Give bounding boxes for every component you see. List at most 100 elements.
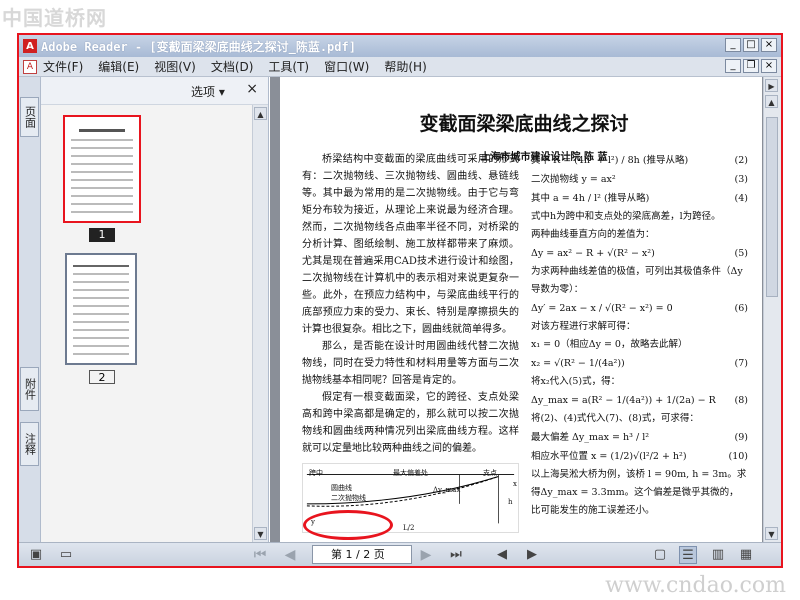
page-thumbnail-1[interactable]: [63, 115, 141, 223]
equation: 其中 R = (4h² + l²) / 8h (推导从略): [531, 155, 689, 166]
paragraph: x₁ = 0（相应Δy = 0，故略去此解）: [531, 339, 688, 350]
equation: 其中 a = 4h / l² (推导从略): [531, 193, 650, 204]
panel-close-icon[interactable]: ×: [246, 81, 258, 97]
equation: 二次抛物线 y = ax²: [531, 174, 616, 185]
paragraph: 那么，是否能在设计时用圆曲线代替二次抛物线，同时在受力特性和材料用量等方面与二次…: [302, 341, 519, 386]
tab-pages[interactable]: 页面: [20, 97, 39, 137]
figure-label-half-span: L/2: [403, 524, 415, 532]
figure-label-delta: Δy_max: [433, 486, 461, 494]
scroll-up-icon[interactable]: ▲: [254, 107, 267, 120]
figure-label-h: h: [508, 498, 513, 506]
menu-document[interactable]: 文档(D): [211, 58, 254, 75]
figure-label-mid: 跨中: [309, 469, 323, 477]
equation-number: (4): [734, 193, 748, 204]
last-page-icon[interactable]: ⏭: [447, 546, 465, 564]
equation-number: (6): [734, 303, 748, 314]
forward-icon[interactable]: ▶: [523, 546, 541, 564]
equation: 相应水平位置 x = (1/2)√(l²/2 + h²): [531, 451, 687, 462]
tab-attachments[interactable]: 附件: [20, 367, 39, 411]
panel-header: 选项 ▾ ×: [41, 77, 268, 105]
pdf-page: 变截面梁梁底曲线之探讨 上海市城市建设设计院 陈 蓝 桥梁结构中变截面的梁底曲线…: [280, 77, 762, 542]
prev-page-icon[interactable]: ◀: [281, 546, 299, 564]
equation: Δy = ax² − R + √(R² − x²): [531, 248, 655, 259]
paragraph: 两种曲线垂直方向的差值为：: [531, 229, 655, 240]
equation-number: (3): [734, 174, 748, 185]
close-button[interactable]: ×: [761, 38, 777, 52]
first-page-icon[interactable]: ⏮: [251, 546, 269, 564]
equation-row: 其中 a = 4h / l² (推导从略) (4): [531, 189, 748, 208]
options-menu[interactable]: 选项 ▾: [191, 83, 225, 100]
menu-file[interactable]: 文件(F): [43, 58, 83, 75]
dash-icon[interactable]: ▭: [57, 546, 75, 564]
back-icon[interactable]: ◀: [493, 546, 511, 564]
adobe-reader-icon: A: [23, 39, 37, 53]
page-number-field[interactable]: 第 1 / 2 页: [312, 545, 412, 564]
status-bar: ▣ ▭ ⏮ ◀ 第 1 / 2 页 ▶ ⏭ ◀ ▶ ▢ ☰ ▥ ▦: [19, 542, 781, 566]
paragraph: 假定有一根变截面梁，它的跨径、支点处梁高和跨中梁高都是确定的，那么就可以按二次抛…: [302, 392, 519, 454]
figure-label-x: x: [513, 480, 517, 488]
equation: Δy′ = 2ax − x / √(R² − x²) = 0: [531, 303, 673, 314]
menu-tools[interactable]: 工具(T): [268, 58, 309, 75]
equation-number: (8): [734, 395, 748, 406]
equation-number: (9): [734, 432, 748, 443]
doc-close-button[interactable]: ×: [761, 59, 777, 73]
document-view: 变截面梁梁底曲线之探讨 上海市城市建设设计院 陈 蓝 桥梁结构中变截面的梁底曲线…: [270, 77, 763, 542]
equation-number: (5): [734, 248, 748, 259]
scroll-down-icon[interactable]: ▼: [765, 527, 778, 540]
equation: Δy_max = a(R² − 1/(4a²)) + 1/(2a) − R: [531, 395, 716, 406]
page-thumbnail-label-2: 2: [89, 370, 115, 384]
equation-row: Δy_max = a(R² − 1/(4a²)) + 1/(2a) − R (8): [531, 391, 748, 410]
doc-minimize-button[interactable]: _: [725, 59, 741, 73]
pdf-document-icon[interactable]: A: [23, 59, 37, 74]
paragraph: 将(2)、(4)式代入(7)、(8)式，可求得：: [531, 413, 699, 424]
watermark-bottom: www.cndao.com: [605, 573, 786, 598]
right-column: 其中 R = (4h² + l²) / 8h (推导从略) (2) 二次抛物线 y …: [531, 151, 748, 533]
paragraph: 将x₂代入(5)式，得：: [531, 376, 621, 387]
panel-toggle-icon[interactable]: ▣: [27, 546, 45, 564]
scroll-down-icon[interactable]: ▼: [254, 527, 267, 540]
tab-comments[interactable]: 注释: [20, 422, 39, 466]
side-tab-strip: 页面 附件 注释: [19, 77, 41, 542]
equation-row: x₂ = √(R² − 1/(4a²)) (7): [531, 354, 748, 373]
thumbnail-list: 1 2: [41, 105, 252, 542]
doc-restore-button[interactable]: ❐: [743, 59, 759, 73]
equation-number: (7): [734, 358, 748, 369]
page-thumbnail-label-1: 1: [89, 228, 115, 242]
menu-edit[interactable]: 编辑(E): [98, 58, 139, 75]
continuous-facing-icon[interactable]: ▦: [737, 546, 755, 564]
equation-row: Δy = ax² − R + √(R² − x²) (5): [531, 244, 748, 263]
scroll-right-icon[interactable]: ▶: [765, 79, 778, 92]
menu-view[interactable]: 视图(V): [154, 58, 196, 75]
paragraph: 式中h为跨中和支点处的梁底高差，l为跨径。: [531, 211, 721, 222]
equation-row: 相应水平位置 x = (1/2)√(l²/2 + h²) (10): [531, 447, 748, 466]
equation-row: 最大偏差 Δy_max = h³ / l² (9): [531, 428, 748, 447]
paper-title: 变截面梁梁底曲线之探讨: [419, 113, 629, 135]
pages-panel: 选项 ▾ × 1 2 ▲ ▼: [41, 77, 269, 542]
equation: x₂ = √(R² − 1/(4a²)): [531, 358, 625, 369]
equation-row: 二次抛物线 y = ax² (3): [531, 170, 748, 189]
document-scrollbar[interactable]: ▶ ▲ ▼: [763, 77, 781, 542]
paragraph: 对该方程进行求解可得：: [531, 321, 636, 332]
figure-label-max: 最大偏差处: [393, 469, 428, 477]
maximize-button[interactable]: □: [743, 38, 759, 52]
equation-row: Δy′ = 2ax − x / √(R² − x²) = 0 (6): [531, 299, 748, 318]
window-title: Adobe Reader - [变截面梁梁底曲线之探讨_陈蓝.pdf]: [41, 39, 356, 54]
continuous-icon[interactable]: ☰: [679, 546, 697, 564]
equation-number: (10): [728, 451, 748, 462]
equation: 最大偏差 Δy_max = h³ / l²: [531, 432, 650, 443]
panel-scrollbar[interactable]: ▲ ▼: [252, 105, 268, 542]
reader-window: A Adobe Reader - [变截面梁梁底曲线之探讨_陈蓝.pdf] _ …: [17, 33, 783, 568]
page-thumbnail-2[interactable]: [65, 253, 137, 365]
equation-row: 其中 R = (4h² + l²) / 8h (推导从略) (2): [531, 151, 748, 170]
next-page-icon[interactable]: ▶: [417, 546, 435, 564]
menu-bar: A 文件(F) 编辑(E) 视图(V) 文档(D) 工具(T) 窗口(W) 帮助…: [19, 57, 781, 77]
scroll-up-icon[interactable]: ▲: [765, 95, 778, 108]
menu-help[interactable]: 帮助(H): [384, 58, 426, 75]
left-column: 桥梁结构中变截面的梁底曲线可采用的形式有：二次抛物线、三次抛物线、圆曲线、悬链线…: [302, 151, 519, 533]
minimize-button[interactable]: _: [725, 38, 741, 52]
scroll-thumb[interactable]: [766, 117, 778, 297]
paragraph: 以上海吴淞大桥为例，该桥 l = 90m, h = 3m。求得Δy_max = …: [531, 469, 747, 516]
single-page-icon[interactable]: ▢: [651, 546, 669, 564]
facing-icon[interactable]: ▥: [709, 546, 727, 564]
menu-window[interactable]: 窗口(W): [324, 58, 369, 75]
